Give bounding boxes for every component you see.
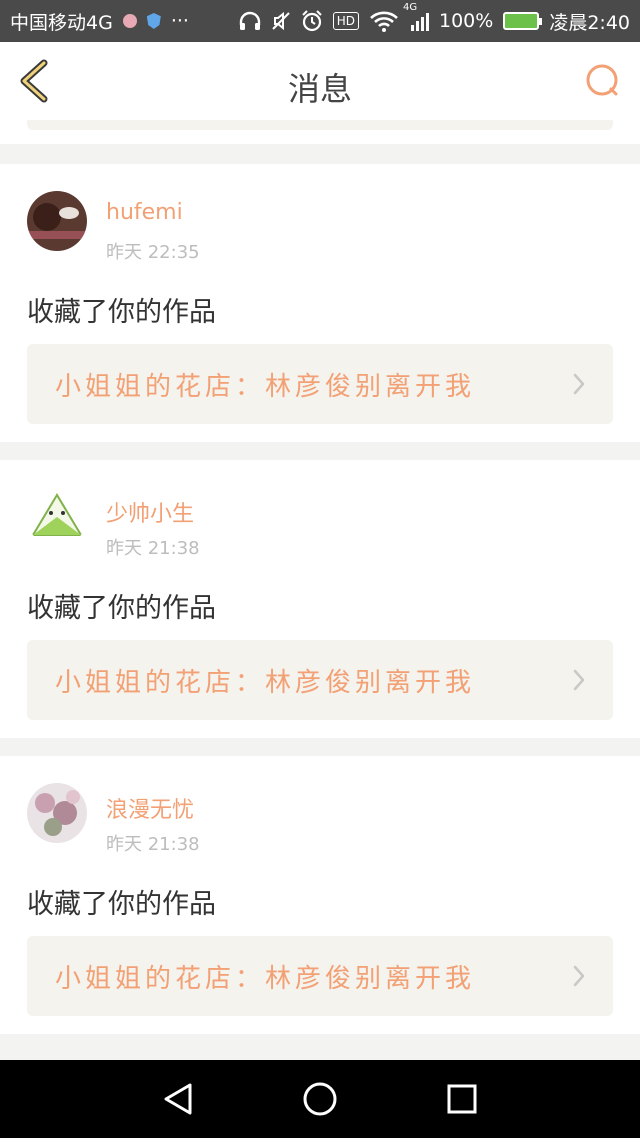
work-link[interactable]: 小姐姐的花店：林彦俊别离开我 (27, 640, 613, 720)
user-avatar[interactable] (27, 487, 87, 547)
notification-card: 浪漫无忧 昨天 21:38 收藏了你的作品 小姐姐的花店：林彦俊别离开我 (0, 756, 640, 1034)
notification-card: 少帅小生 昨天 21:38 收藏了你的作品 小姐姐的花店：林彦俊别离开我 (0, 460, 640, 738)
user-avatar[interactable] (27, 191, 87, 251)
chevron-right-icon (573, 373, 585, 395)
work-link[interactable]: 小姐姐的花店：林彦俊别离开我 (27, 936, 613, 1016)
square-recent-icon (447, 1084, 477, 1114)
app-header: 消息 (0, 42, 640, 120)
user-avatar[interactable] (27, 783, 87, 843)
timestamp: 昨天 22:35 (106, 242, 200, 263)
timestamp: 昨天 21:38 (106, 538, 200, 559)
circle-home-icon (303, 1082, 337, 1116)
shield-icon (146, 13, 161, 29)
headphones-icon (239, 11, 261, 31)
alarm-icon (301, 10, 323, 32)
avatar-blossom-photo-icon (27, 783, 87, 843)
system-nav-bar (0, 1060, 640, 1138)
action-text: 收藏了你的作品 (27, 297, 216, 328)
timestamp: 昨天 21:38 (106, 834, 200, 855)
nav-back-button[interactable] (158, 1079, 198, 1119)
work-link[interactable]: 小姐姐的花店：林彦俊别离开我 (27, 344, 613, 424)
avatar-dark-photo-icon (27, 191, 87, 251)
triangle-back-icon (164, 1083, 192, 1115)
chevron-right-icon (573, 965, 585, 987)
username[interactable]: 少帅小生 (106, 496, 194, 528)
carrier-label: 中国移动4G (10, 11, 113, 34)
notification-card: hufemi 昨天 22:35 收藏了你的作品 小姐姐的花店：林彦俊别离开我 (0, 164, 640, 442)
username[interactable]: 浪漫无忧 (106, 792, 194, 824)
clock: 凌晨2:40 (549, 11, 630, 34)
status-bar: 中国移动4G ··· HD 4G 100% 凌晨2:40 (0, 0, 640, 42)
action-text: 收藏了你的作品 (27, 889, 216, 920)
wifi-icon (369, 10, 399, 32)
battery-icon (503, 12, 543, 30)
cell-signal-icon: 4G (403, 2, 429, 31)
search-icon (586, 64, 618, 96)
battery-percent: 100% (439, 10, 494, 32)
search-button[interactable] (584, 62, 622, 100)
action-text: 收藏了你的作品 (27, 593, 216, 624)
more-notifications-icon: ··· (170, 10, 189, 32)
mute-icon (271, 11, 291, 31)
nav-recent-button[interactable] (442, 1079, 482, 1119)
avatar-rice-dumpling-icon (27, 487, 87, 547)
page-title: 消息 (287, 70, 352, 108)
app-notification-icon (122, 14, 137, 28)
hd-voice-icon: HD (332, 12, 359, 30)
username[interactable]: hufemi (106, 200, 183, 225)
work-title: 小姐姐的花店：林彦俊别离开我 (55, 964, 476, 994)
network-type-label: 4G (403, 2, 418, 13)
previous-card-stub (0, 120, 640, 144)
work-title: 小姐姐的花店：林彦俊别离开我 (55, 372, 476, 402)
chevron-right-icon (573, 669, 585, 691)
work-title: 小姐姐的花店：林彦俊别离开我 (55, 668, 476, 698)
nav-home-button[interactable] (300, 1079, 340, 1119)
